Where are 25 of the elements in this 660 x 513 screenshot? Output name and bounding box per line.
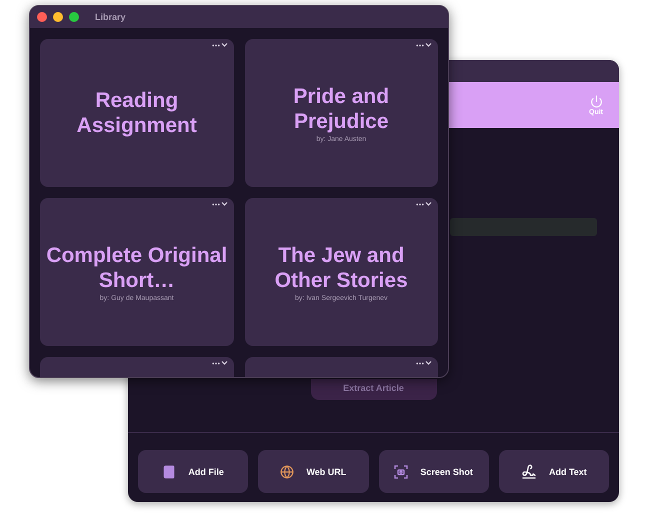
input-field[interactable] bbox=[450, 218, 597, 236]
signature-icon bbox=[520, 464, 537, 480]
action-button[interactable]: Add Text bbox=[498, 450, 609, 493]
action-button[interactable]: Screen Shot bbox=[378, 450, 489, 493]
more-menu-icon[interactable] bbox=[416, 201, 432, 207]
camera-frame-icon bbox=[394, 464, 408, 478]
more-menu-icon[interactable] bbox=[212, 42, 228, 48]
more-menu-icon[interactable] bbox=[212, 201, 228, 207]
more-menu-icon[interactable] bbox=[212, 360, 228, 366]
book-card[interactable]: Reading Assignment bbox=[40, 39, 234, 187]
minimize-button[interactable] bbox=[53, 12, 63, 22]
book-title: Complete Original Short… bbox=[46, 242, 228, 292]
zoom-button[interactable] bbox=[69, 12, 79, 22]
book-title: Pride and Prejudice bbox=[292, 84, 390, 134]
close-button[interactable] bbox=[37, 12, 47, 22]
book-title: The Jew and Other Stories bbox=[274, 242, 409, 292]
more-menu-icon[interactable] bbox=[416, 42, 432, 48]
window-title: Library bbox=[95, 12, 126, 22]
more-menu-icon[interactable] bbox=[416, 360, 432, 366]
power-icon bbox=[590, 94, 602, 108]
book-icon bbox=[162, 464, 176, 478]
action-button[interactable]: Add File bbox=[138, 450, 248, 493]
globe-icon bbox=[280, 464, 294, 478]
book-title: Reading Assignment bbox=[76, 88, 198, 138]
action-button[interactable]: Web URL bbox=[258, 450, 368, 493]
